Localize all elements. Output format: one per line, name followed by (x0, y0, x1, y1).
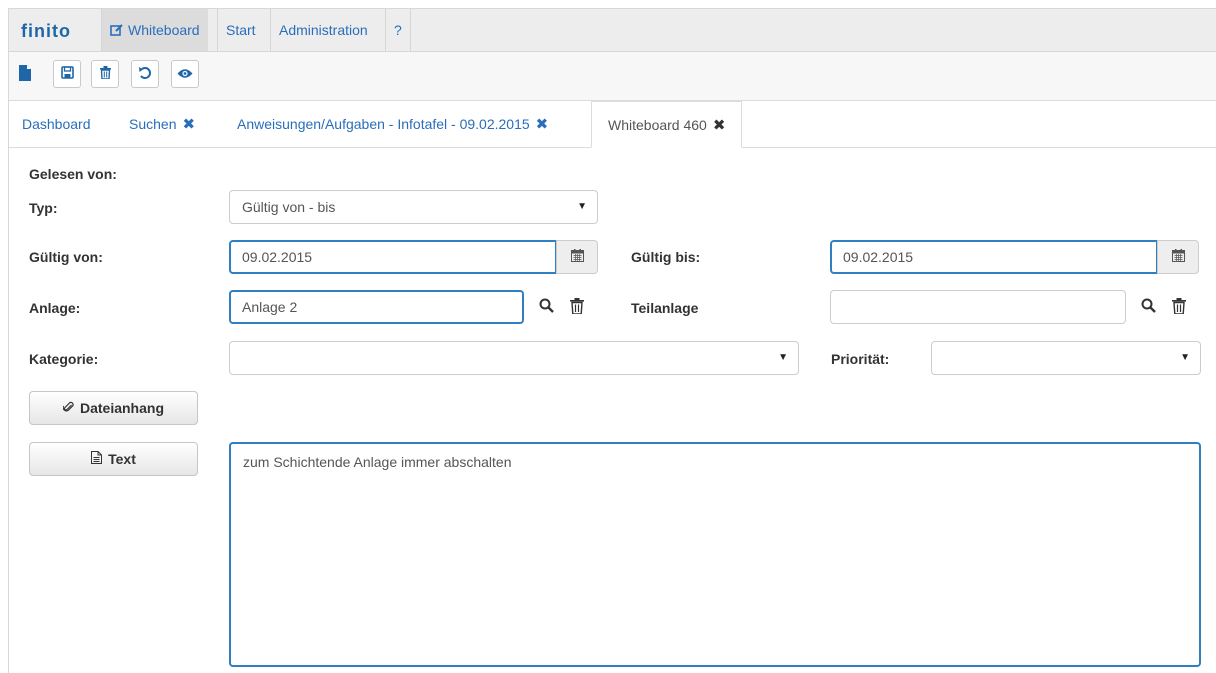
tab-anweisungen-label: Anweisungen/Aufgaben - Infotafel - 09.02… (237, 116, 530, 132)
save-button[interactable] (53, 60, 81, 88)
new-document-button[interactable] (11, 60, 39, 88)
tab-whiteboard-460-label: Whiteboard 460 (608, 117, 707, 133)
text-button[interactable]: Text (29, 442, 198, 476)
tab-suchen-label: Suchen (129, 116, 177, 132)
typ-label: Typ: (29, 200, 58, 216)
trash-icon (1172, 297, 1186, 317)
calendar-icon (570, 249, 584, 265)
search-icon (1141, 298, 1156, 316)
teilanlage-search-button[interactable] (1137, 296, 1159, 318)
undo-button[interactable] (131, 60, 159, 88)
dateianhang-label: Dateianhang (79, 400, 164, 416)
kategorie-label: Kategorie: (29, 351, 99, 367)
teilanlage-clear-button[interactable] (1168, 296, 1190, 318)
preview-icon (177, 66, 193, 82)
top-navbar: finito Whiteboard Start Administration ? (9, 9, 1216, 52)
tab-anweisungen[interactable]: Anweisungen/Aufgaben - Infotafel - 09.02… (237, 101, 548, 147)
prioritaet-select[interactable]: ▼ (931, 341, 1201, 375)
document-icon (91, 451, 103, 467)
anlage-clear-button[interactable] (566, 296, 588, 318)
typ-select[interactable]: Gültig von - bis ▼ (229, 190, 598, 224)
anlage-input[interactable]: Anlage 2 (229, 290, 524, 324)
dateianhang-button[interactable]: Dateianhang (29, 391, 198, 425)
text-area[interactable]: zum Schichtende Anlage immer abschalten (229, 442, 1201, 667)
gueltig-bis-calendar-button[interactable] (1157, 240, 1199, 274)
kategorie-select[interactable]: ▼ (229, 341, 799, 375)
tab-dashboard-label: Dashboard (22, 116, 91, 132)
close-icon[interactable]: ✖ (713, 117, 726, 134)
anlage-search-button[interactable] (535, 296, 557, 318)
brand-logo[interactable]: finito (21, 9, 71, 51)
nav-tab-administration[interactable]: Administration (270, 9, 376, 51)
nav-tab-whiteboard[interactable]: Whiteboard (101, 9, 208, 51)
delete-icon (99, 66, 111, 82)
new-document-icon (18, 64, 32, 84)
tab-dashboard[interactable]: Dashboard (22, 101, 91, 147)
chevron-down-icon: ▼ (778, 352, 788, 363)
nav-tab-help[interactable]: ? (385, 9, 411, 51)
preview-button[interactable] (171, 60, 199, 88)
delete-button[interactable] (91, 60, 119, 88)
search-icon (539, 298, 554, 316)
edit-icon (110, 11, 124, 53)
prioritaet-label: Priorität: (831, 351, 890, 367)
anlage-label: Anlage: (29, 300, 81, 316)
gueltig-von-label: Gültig von: (29, 249, 103, 265)
close-icon[interactable]: ✖ (182, 116, 195, 133)
tab-suchen[interactable]: Suchen ✖ (129, 101, 195, 147)
text-button-label: Text (108, 451, 136, 467)
gelesen-von-label: Gelesen von: (29, 166, 117, 182)
paperclip-icon (62, 400, 74, 416)
teilanlage-label: Teilanlage (631, 300, 699, 316)
gueltig-von-calendar-button[interactable] (556, 240, 598, 274)
calendar-icon (1171, 249, 1185, 265)
trash-icon (570, 297, 584, 317)
toolbar (9, 52, 1216, 101)
close-icon[interactable]: ✖ (536, 116, 549, 133)
app-frame: finito Whiteboard Start Administration ? (8, 8, 1216, 673)
page-tabs: Dashboard Suchen ✖ Anweisungen/Aufgaben -… (9, 101, 1216, 148)
tab-whiteboard-460[interactable]: Whiteboard 460 ✖ (591, 101, 743, 148)
gueltig-von-input[interactable]: 09.02.2015 (229, 240, 557, 274)
typ-select-value: Gültig von - bis (242, 199, 336, 215)
teilanlage-input[interactable] (830, 290, 1126, 324)
gueltig-bis-input[interactable]: 09.02.2015 (830, 240, 1158, 274)
undo-icon (138, 66, 152, 83)
gueltig-bis-label: Gültig bis: (631, 249, 701, 265)
nav-tab-start[interactable]: Start (217, 9, 264, 51)
nav-tab-whiteboard-label: Whiteboard (128, 22, 200, 38)
chevron-down-icon: ▼ (1180, 352, 1190, 363)
chevron-down-icon: ▼ (577, 201, 587, 212)
save-icon (60, 66, 74, 82)
